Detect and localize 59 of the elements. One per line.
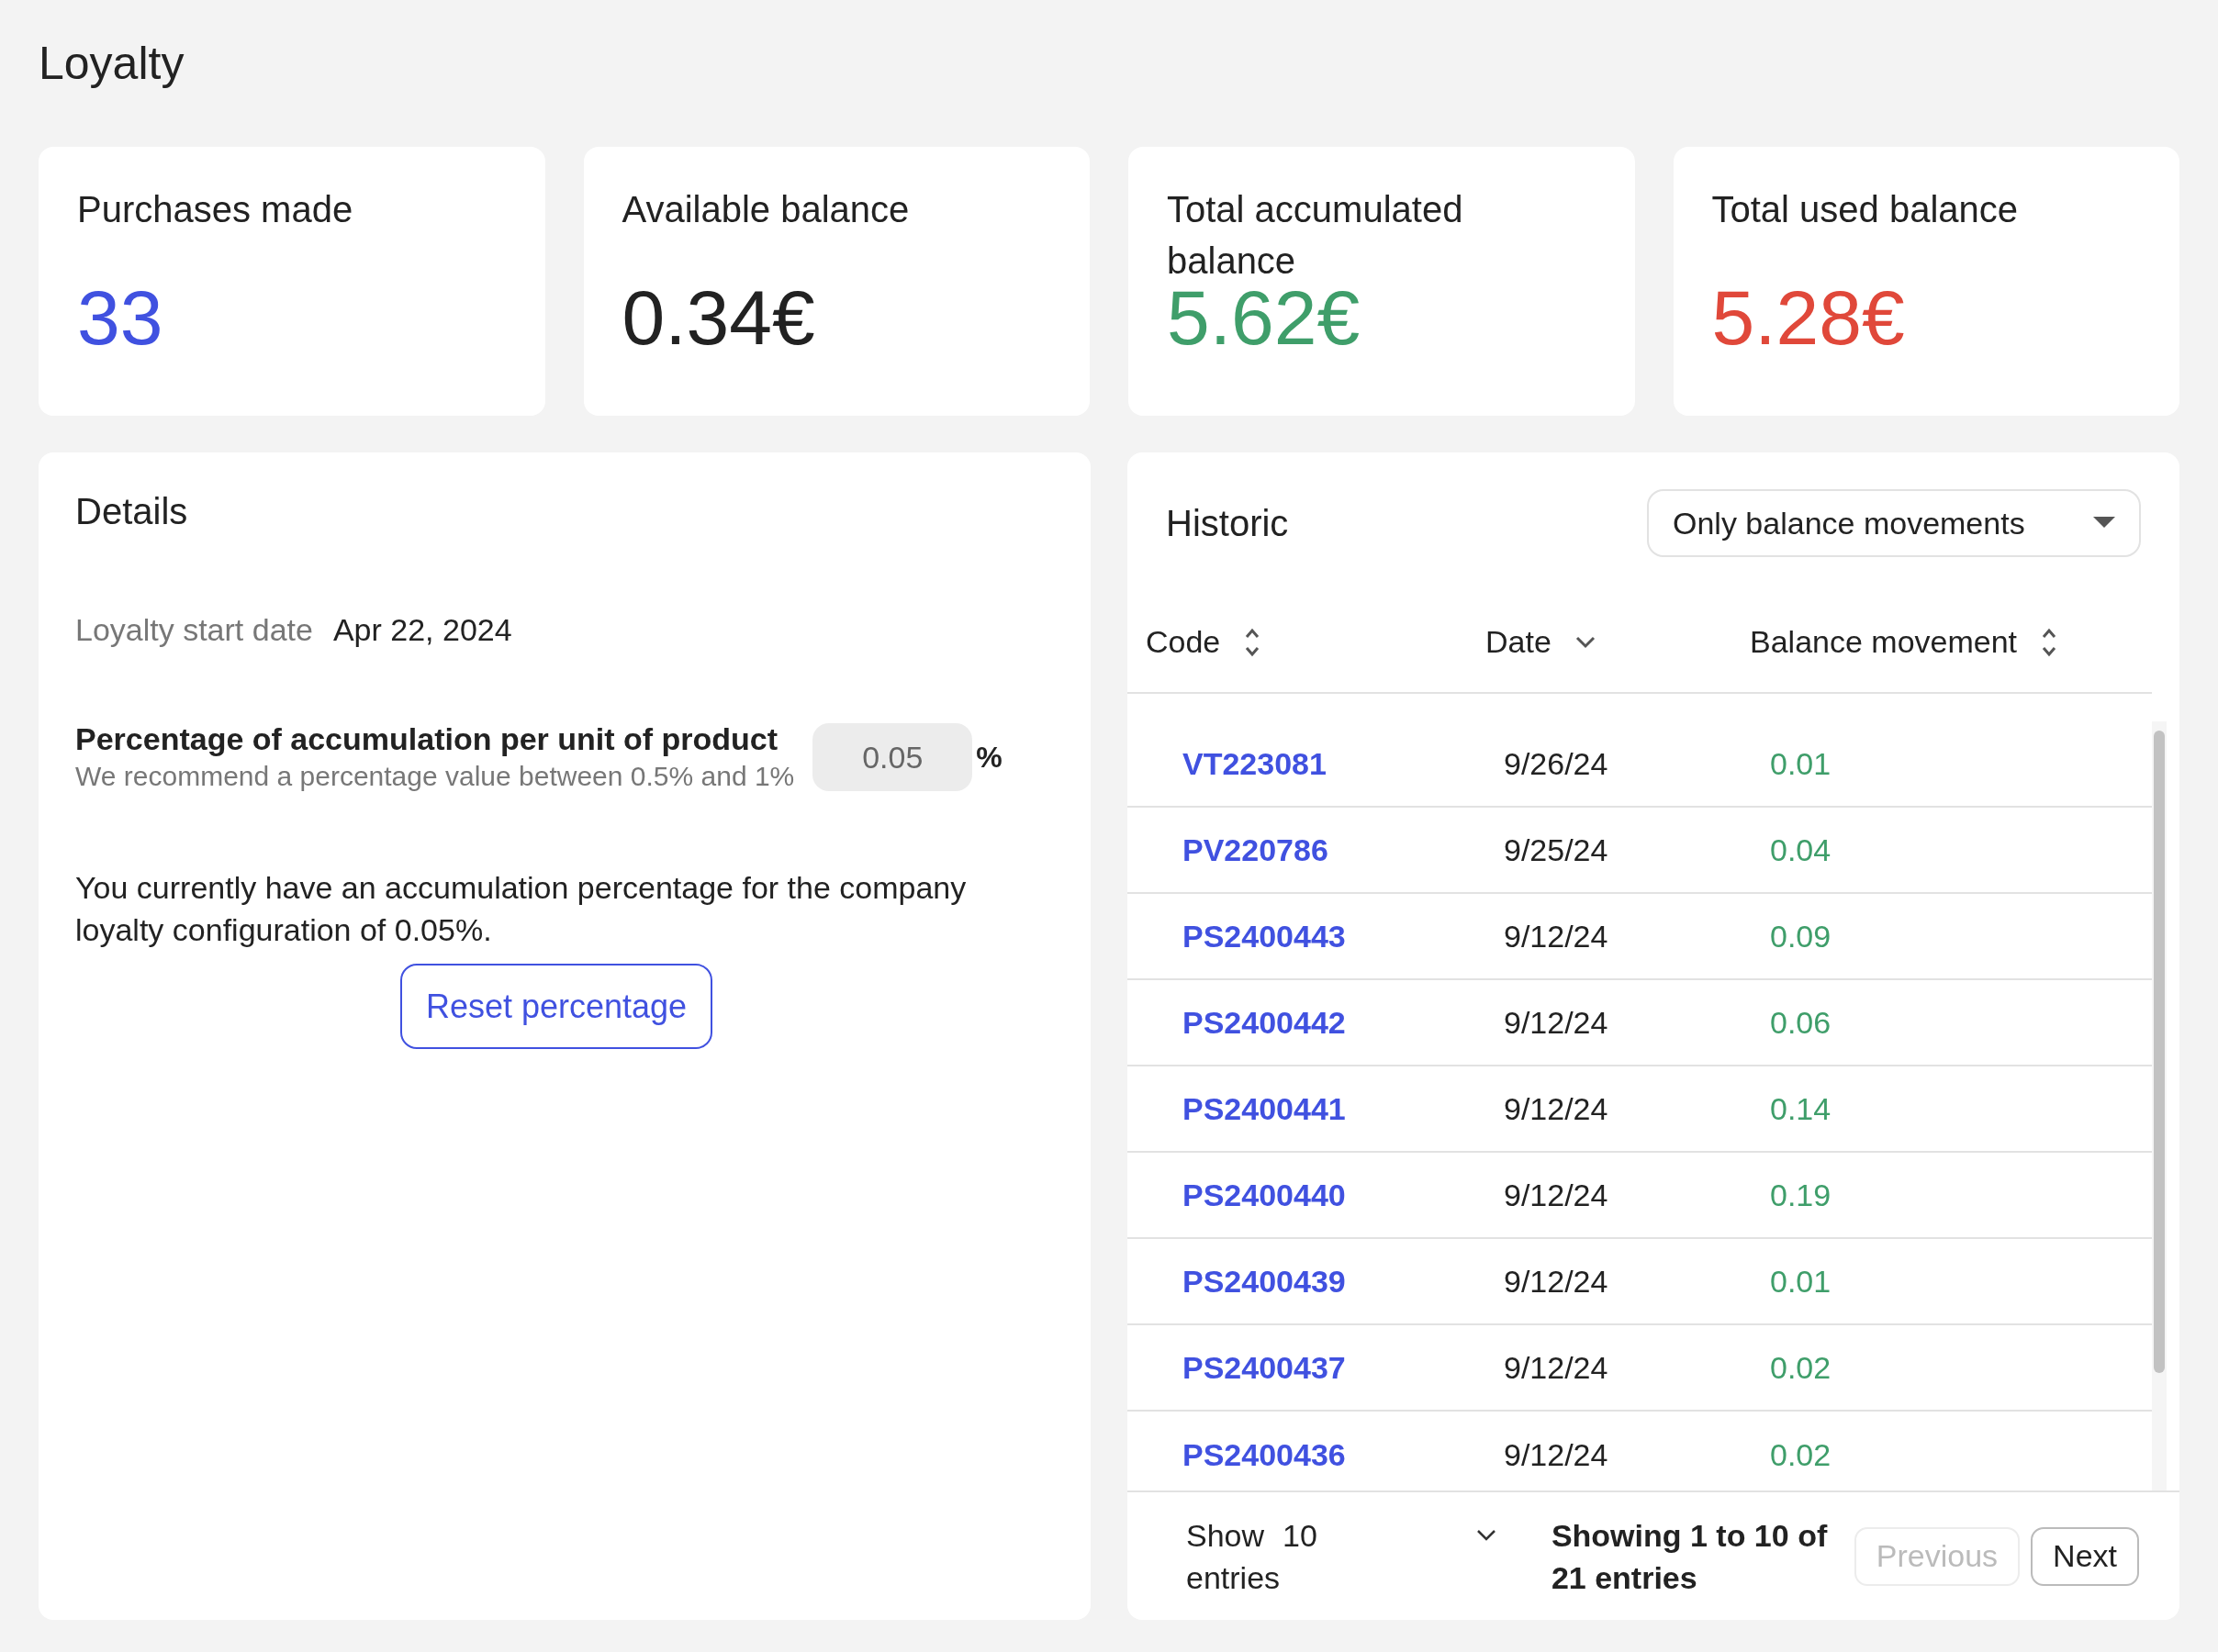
movement-cell: 0.04 (1770, 832, 1832, 867)
code-link[interactable]: PS2400437 (1182, 1349, 1346, 1385)
date-cell: 9/12/24 (1504, 1263, 1608, 1299)
code-link[interactable]: PV220786 (1182, 832, 1328, 867)
code-link[interactable]: PS2400442 (1182, 1004, 1346, 1040)
field-label: Loyalty start date (75, 611, 313, 649)
stat-value: 0.34€ (622, 273, 815, 362)
date-cell: 9/12/24 (1504, 918, 1608, 954)
stat-label: Total used balance (1711, 188, 2020, 231)
show-label: entries (1186, 1558, 1282, 1597)
movement-cell: 0.02 (1770, 1436, 1832, 1472)
chevron-down-icon[interactable] (1574, 635, 1596, 649)
column-header[interactable]: Code (1146, 619, 1221, 665)
stat-value: 33 (77, 273, 163, 362)
code-link[interactable]: PS2400441 (1182, 1090, 1346, 1126)
reset-button[interactable]: Reset percentage (399, 964, 713, 1049)
stat-label: Purchases made (77, 188, 354, 231)
panel-title: Historic (1166, 502, 1289, 545)
percentage-field[interactable]: 0.05 (812, 723, 973, 791)
unit-label: % (976, 740, 1003, 776)
page-size-value[interactable]: 10 (1283, 1513, 1317, 1557)
chevron-down-icon[interactable] (1475, 1528, 1496, 1542)
date-cell: 9/12/24 (1504, 1090, 1608, 1126)
movement-cell: 0.01 (1770, 1263, 1832, 1299)
code-link[interactable]: PS2400440 (1182, 1177, 1346, 1212)
column-header[interactable]: Balance movement (1750, 619, 2018, 665)
movement-cell: 0.14 (1770, 1090, 1832, 1126)
field-label: Percentage of accumulation per unit of product (75, 720, 779, 758)
movement-cell: 0.19 (1770, 1177, 1832, 1212)
code-link[interactable]: PS2400443 (1182, 918, 1346, 954)
date-cell: 9/26/24 (1504, 745, 1608, 781)
movement-cell: 0.09 (1770, 918, 1832, 954)
info-paragraph: You currently have an accumulation percentage for the company loyalty configuration of 0.05%. (75, 869, 968, 949)
code-link[interactable]: PS2400436 (1182, 1436, 1346, 1472)
stat-value: 5.28€ (1711, 273, 1905, 362)
caret-down-icon (2093, 517, 2115, 530)
sort-icon[interactable] (1244, 627, 1261, 657)
date-cell: 9/12/24 (1504, 1177, 1608, 1212)
next-button[interactable]: Next (2031, 1526, 2139, 1586)
movement-cell: 0.06 (1770, 1004, 1832, 1040)
date-cell: 9/12/24 (1504, 1436, 1608, 1472)
field-value: Apr 22, 2024 (332, 611, 512, 649)
hint-text: We recommend a percentage value between 0.5% and 1% (75, 760, 795, 793)
filter-dropdown[interactable]: Only balance movements (1647, 489, 2141, 557)
page-title: Loyalty (39, 40, 185, 91)
column-header[interactable]: Date (1485, 619, 1551, 665)
stat-label: Available balance (622, 188, 911, 231)
pagination-summary: Showing 1 to 10 of 21 entries (1551, 1516, 1829, 1597)
scrollbar-thumb[interactable] (2154, 731, 2165, 1373)
panel-title: Details (75, 490, 189, 533)
show-label: Show (1186, 1516, 1265, 1555)
movement-cell: 0.02 (1770, 1349, 1832, 1385)
date-cell: 9/25/24 (1504, 832, 1608, 867)
sort-icon[interactable] (2041, 627, 2058, 657)
movement-cell: 0.01 (1770, 745, 1832, 781)
date-cell: 9/12/24 (1504, 1004, 1608, 1040)
date-cell: 9/12/24 (1504, 1349, 1608, 1385)
code-link[interactable]: PS2400439 (1182, 1263, 1346, 1299)
code-link[interactable]: VT223081 (1182, 745, 1327, 781)
